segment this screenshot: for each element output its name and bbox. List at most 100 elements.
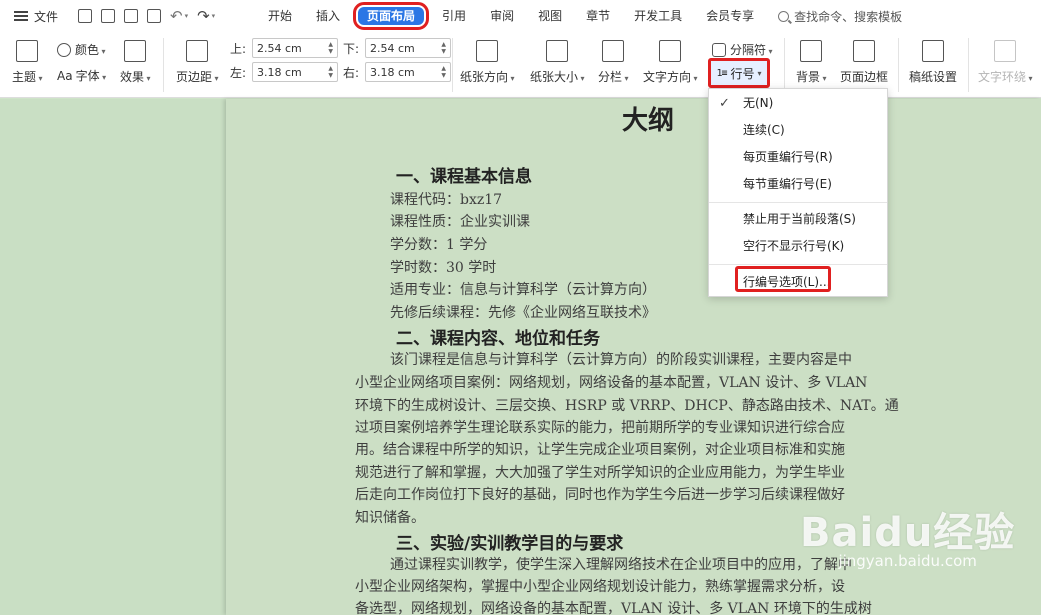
text-direction-button[interactable]: 文字方向	[643, 40, 698, 85]
page-border-button[interactable]: 页面边框	[840, 40, 888, 85]
grid-paper-button[interactable]: 稿纸设置	[909, 40, 957, 85]
menu-separator	[709, 202, 887, 203]
info-line: 课程代码：bxz17	[390, 192, 503, 208]
menu-item-skip-blank-lines[interactable]: 空行不显示行号(K)	[709, 233, 887, 260]
search-icon	[778, 10, 790, 22]
menu-bar: 文件 ↶ ▾ ↷ ▾ 开始 插入 页面布局 引用 审阅 视图 章节 开发工具 会…	[0, 0, 1041, 32]
tab-view[interactable]: 视图	[526, 5, 574, 27]
margin-left-value: 3.18 cm	[257, 65, 302, 79]
margin-top-label: 上:	[230, 41, 247, 56]
grid-paper-icon	[922, 40, 944, 62]
info-line: 学分数：1 学分	[390, 237, 488, 253]
paper-size-button[interactable]: 纸张大小	[530, 40, 585, 85]
spinner-icon[interactable]: ▲ ▼	[441, 65, 446, 79]
margin-right-field: 右: 3.18 cm ▲ ▼	[343, 62, 451, 82]
print-icon[interactable]	[124, 9, 138, 23]
tab-page-layout[interactable]: 页面布局	[352, 2, 430, 30]
undo-dropdown-icon[interactable]: ▾	[185, 12, 189, 20]
menu-item-label: 每节重编行号(E)	[743, 177, 832, 191]
ribbon-separator	[784, 38, 785, 92]
spinner-icon[interactable]: ▲ ▼	[441, 41, 446, 55]
margin-top-value: 2.54 cm	[257, 41, 302, 55]
menu-item-label: 空行不显示行号(K)	[743, 239, 845, 253]
effects-button[interactable]: 效果	[120, 40, 151, 85]
paper-size-label: 纸张大小	[530, 68, 585, 85]
menu-item-continuous[interactable]: 连续(C)	[709, 117, 887, 144]
background-icon	[800, 40, 823, 62]
tab-insert[interactable]: 插入	[304, 5, 352, 27]
margins-button[interactable]: 页边距	[176, 40, 219, 85]
text-direction-icon	[659, 40, 682, 62]
paragraph-line: 该门课程是信息与计算科学（云计算方向）的阶段实训课程，主要内容是中	[390, 352, 852, 368]
colors-button[interactable]: 颜色	[57, 41, 106, 58]
export-pdf-icon[interactable]	[101, 9, 115, 23]
menu-separator	[709, 264, 887, 265]
theme-button[interactable]: 主题	[12, 40, 43, 85]
undo-icon[interactable]: ↶	[170, 9, 183, 24]
section-heading: 三、实验/实训教学目的与要求	[396, 534, 624, 554]
ribbon-separator	[452, 38, 453, 92]
margin-bottom-input[interactable]: 2.54 cm ▲ ▼	[365, 38, 451, 58]
tab-developer[interactable]: 开发工具	[622, 5, 694, 27]
fonts-button[interactable]: Aa 字体	[57, 67, 106, 84]
margins-label: 页边距	[176, 68, 219, 85]
menu-item-restart-each-section[interactable]: 每节重编行号(E)	[709, 171, 887, 198]
background-button[interactable]: 背景	[796, 40, 827, 85]
command-search[interactable]: 查找命令、搜索模板	[778, 8, 902, 25]
line-numbers-icon: 1≡	[716, 67, 727, 79]
save-icon[interactable]	[78, 9, 92, 23]
line-numbers-button[interactable]: 1≡ 行号 ▾	[708, 58, 770, 88]
file-menu-label: 文件	[34, 9, 59, 24]
quick-access-toolbar: ↶ ▾ ↷ ▾	[70, 9, 256, 24]
ribbon-separator	[968, 38, 969, 92]
columns-label: 分栏	[598, 68, 629, 85]
margin-bottom-label: 下:	[343, 41, 360, 56]
spinner-icon[interactable]: ▲ ▼	[328, 65, 333, 79]
print-preview-icon[interactable]	[147, 9, 161, 23]
breaks-button[interactable]: 分隔符	[712, 41, 773, 58]
paper-size-icon	[546, 40, 569, 62]
tab-home[interactable]: 开始	[256, 5, 304, 27]
info-line: 课程性质：企业实训课	[390, 214, 530, 230]
paragraph-line: 通过课程实训教学，使学生深入理解网络技术在企业项目中的应用，了解中	[390, 557, 852, 573]
spinner-icon[interactable]: ▲ ▼	[328, 41, 333, 55]
quick-access-more-icon[interactable]: ▾	[212, 12, 216, 20]
orientation-button[interactable]: 纸张方向	[460, 40, 515, 85]
text-direction-label: 文字方向	[643, 68, 698, 85]
ribbon-tabs: 开始 插入 页面布局 引用 审阅 视图 章节 开发工具 会员专享	[256, 0, 766, 32]
breaks-label: 分隔符	[730, 41, 773, 58]
margin-bottom-field: 下: 2.54 cm ▲ ▼	[343, 38, 451, 58]
margins-icon	[186, 40, 209, 62]
file-menu[interactable]: 文件	[0, 8, 70, 25]
fonts-label: 字体	[76, 67, 107, 84]
redo-icon[interactable]: ↷	[197, 9, 210, 24]
tab-references[interactable]: 引用	[430, 5, 478, 27]
margin-left-input[interactable]: 3.18 cm ▲ ▼	[252, 62, 338, 82]
search-placeholder: 查找命令、搜索模板	[794, 9, 903, 24]
text-wrap-icon	[994, 40, 1017, 62]
ribbon-separator	[898, 38, 899, 92]
tab-review[interactable]: 审阅	[478, 5, 526, 27]
menu-item-none[interactable]: ✓ 无(N)	[709, 90, 887, 117]
margin-top-input[interactable]: 2.54 cm ▲ ▼	[252, 38, 338, 58]
paragraph-line: 小型企业网络架构，掌握中小型企业网络规划设计能力，熟练掌握需求分析，设	[355, 579, 845, 595]
columns-icon	[602, 40, 625, 62]
tab-sections[interactable]: 章节	[574, 5, 622, 27]
section-heading: 二、课程内容、地位和任务	[396, 329, 600, 349]
margin-right-input[interactable]: 3.18 cm ▲ ▼	[365, 62, 451, 82]
menu-item-suppress-current-paragraph[interactable]: 禁止用于当前段落(S)	[709, 206, 887, 233]
paragraph-line: 用。结合课程中所学的知识，让学生完成企业项目案例，对企业项目标准和实施	[355, 442, 845, 458]
menu-item-restart-each-page[interactable]: 每页重编行号(R)	[709, 144, 887, 171]
background-label: 背景	[796, 68, 827, 85]
margin-right-value: 3.18 cm	[370, 65, 415, 79]
line-numbers-label: 行号	[730, 66, 755, 81]
menu-item-label: 每页重编行号(R)	[743, 150, 833, 164]
margin-left-label: 左:	[230, 65, 247, 80]
margin-right-label: 右:	[343, 65, 360, 80]
orientation-label: 纸张方向	[460, 68, 515, 85]
columns-button[interactable]: 分栏	[598, 40, 629, 85]
paragraph-line: 备选型，网络规划，网络设备的基本配置，VLAN 设计、多 VLAN 环境下的生成…	[355, 601, 872, 615]
palette-icon	[57, 42, 71, 57]
effects-label: 效果	[120, 68, 151, 85]
tab-membership[interactable]: 会员专享	[694, 5, 766, 27]
